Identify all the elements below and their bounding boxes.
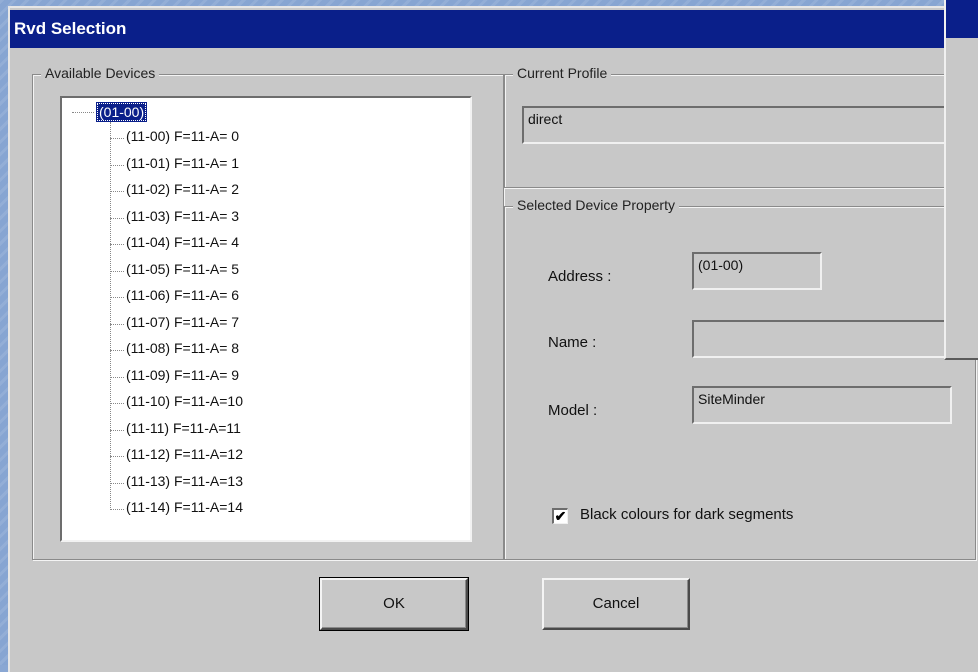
tree-device-item[interactable]: (11-11) F=11-A=11 (126, 420, 241, 436)
tree-device-item[interactable]: (11-08) F=11-A= 8 (126, 340, 239, 356)
tree-connector (110, 429, 124, 431)
tree-connector (110, 217, 124, 219)
tree-connector (110, 244, 124, 245)
tree-device-item[interactable]: (11-14) F=11-A=14 (126, 499, 243, 515)
background-window-title-bar[interactable] (946, 0, 978, 38)
tree-device-item[interactable]: (11-01) F=11-A= 1 (126, 155, 239, 171)
tree-connector (110, 509, 124, 510)
tree-device-item[interactable]: (11-09) F=11-A= 9 (126, 367, 239, 383)
name-field (692, 320, 952, 358)
rvd-selection-dialog: Rvd Selection Available Devices (01-00) … (8, 6, 978, 672)
tree-device-item[interactable]: (11-03) F=11-A= 3 (126, 208, 239, 224)
selected-device-property-label: Selected Device Property (513, 197, 679, 213)
ok-button[interactable]: OK (319, 577, 469, 631)
black-colours-checkbox[interactable]: ✔ (552, 508, 568, 524)
tree-connector (110, 138, 124, 139)
tree-root-node[interactable]: (01-00) (96, 102, 148, 122)
tree-connector (110, 270, 124, 272)
tree-connector (110, 376, 124, 378)
tree-device-item[interactable]: (11-10) F=11-A=10 (126, 393, 243, 409)
tree-connector (110, 350, 124, 351)
black-colours-label[interactable]: Black colours for dark segments (580, 506, 793, 523)
model-label: Model : (548, 402, 598, 419)
window-title: Rvd Selection (14, 19, 127, 38)
current-profile-label: Current Profile (513, 65, 612, 81)
tree-connector (110, 297, 124, 298)
background-window[interactable] (944, 0, 978, 360)
available-devices-label: Available Devices (41, 65, 160, 81)
tree-device-item[interactable]: (11-02) F=11-A= 2 (126, 181, 239, 197)
tree-device-item[interactable]: (11-12) F=11-A=12 (126, 446, 243, 462)
tree-connector (110, 122, 111, 510)
model-value: SiteMinder (698, 391, 765, 407)
tree-device-item[interactable]: (11-07) F=11-A= 7 (126, 314, 239, 330)
current-profile-value: direct (528, 111, 563, 127)
tree-connector (110, 191, 124, 192)
current-profile-field: direct (522, 106, 972, 144)
tree-device-item[interactable]: (11-13) F=11-A=13 (126, 473, 243, 489)
ok-button-label: OK (383, 595, 405, 612)
address-field: (01-00) (692, 252, 822, 290)
cancel-button[interactable]: Cancel (542, 578, 690, 630)
model-field: SiteMinder (692, 386, 952, 424)
checkbox-checkmark-icon: ✔ (554, 508, 567, 524)
address-value: (01-00) (698, 257, 744, 273)
name-label: Name : (548, 334, 597, 351)
tree-device-item[interactable]: (11-00) F=11-A= 0 (126, 128, 239, 144)
tree-connector (110, 323, 124, 325)
cancel-button-label: Cancel (592, 595, 640, 612)
tree-device-item[interactable]: (11-06) F=11-A= 6 (126, 287, 239, 303)
tree-connector (110, 482, 124, 484)
tree-connector (110, 403, 124, 404)
address-label: Address : (548, 268, 612, 285)
tree-device-item[interactable]: (11-04) F=11-A= 4 (126, 234, 239, 250)
tree-connector (72, 112, 94, 113)
device-tree[interactable]: (01-00) (11-00) F=11-A= 0 (11-01) F=11-A=… (60, 96, 472, 542)
tree-connector (110, 456, 124, 457)
tree-device-item[interactable]: (11-05) F=11-A= 5 (126, 261, 239, 277)
tree-connector (110, 164, 124, 166)
window-title-bar[interactable]: Rvd Selection (10, 10, 978, 48)
